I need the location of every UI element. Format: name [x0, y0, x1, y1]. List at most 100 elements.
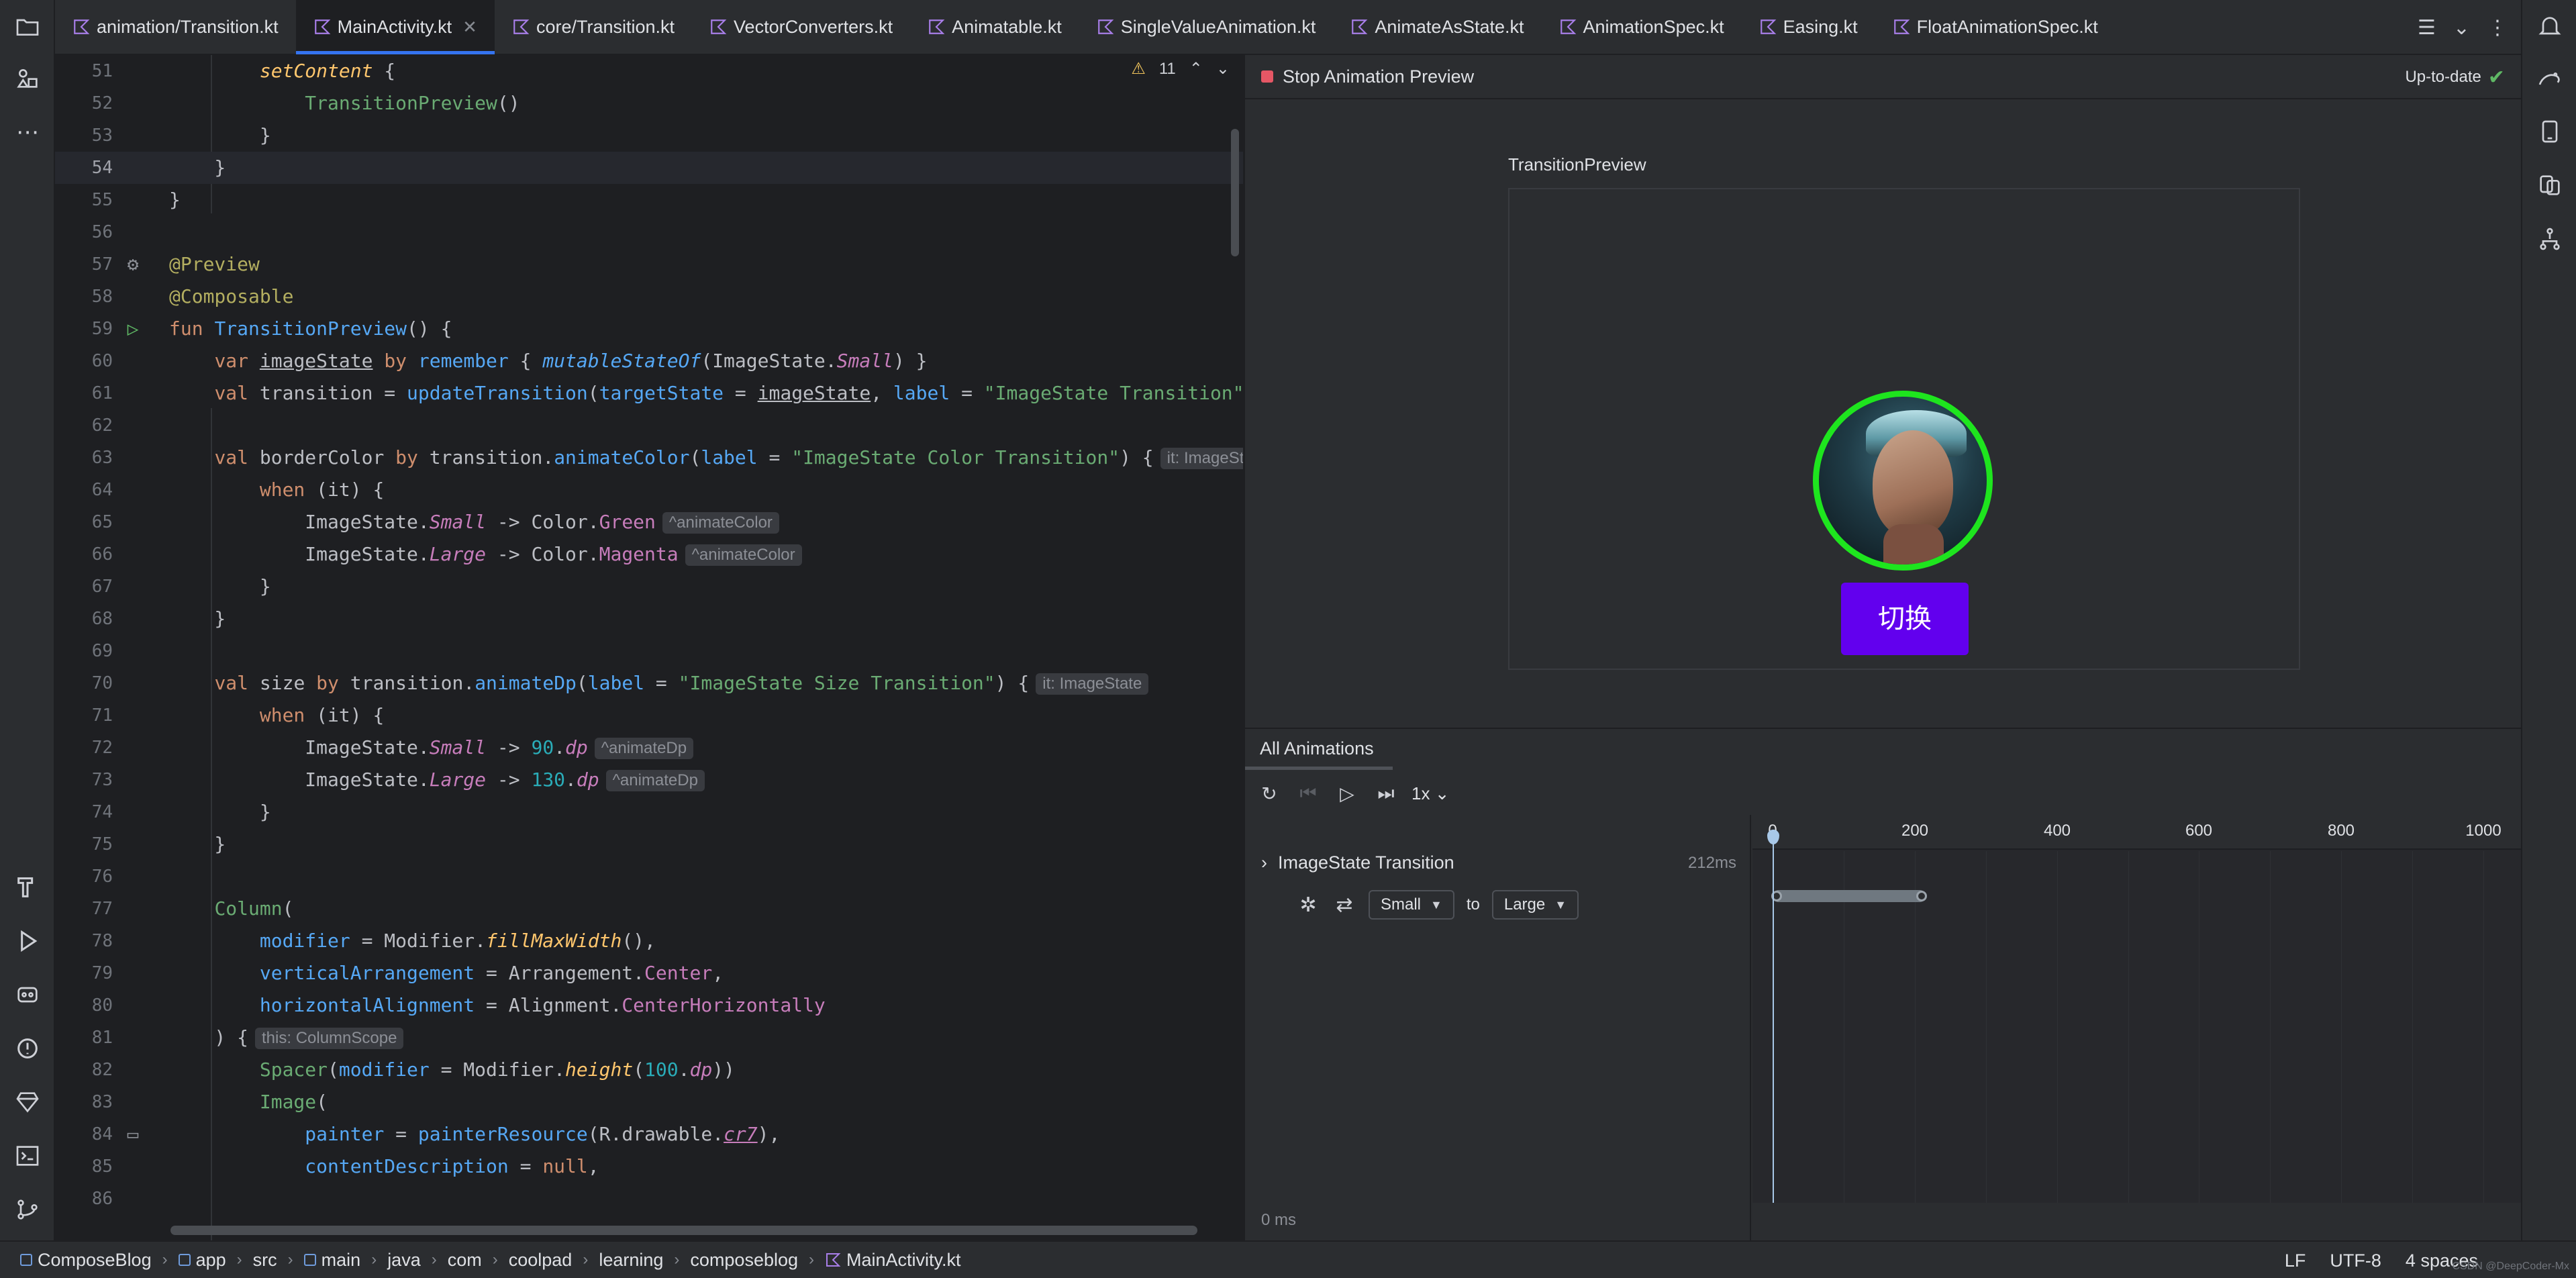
line-number: 80: [91, 995, 113, 1016]
code-line: 76: [55, 861, 1243, 893]
toggle-button[interactable]: 切换: [1841, 583, 1969, 655]
kotlin-file-icon: [513, 19, 530, 34]
tab-single-value-animation[interactable]: SingleValueAnimation.kt: [1079, 0, 1334, 54]
breadcrumb-item[interactable]: coolpad: [509, 1250, 573, 1271]
terminal-icon[interactable]: [13, 1142, 42, 1171]
tab-list-icon[interactable]: ☰: [2418, 16, 2436, 40]
build-icon[interactable]: [13, 874, 42, 902]
run-icon[interactable]: [13, 928, 42, 956]
code-text: Spacer(modifier = Modifier.height(100.dp…: [259, 1059, 735, 1081]
line-number: 79: [91, 963, 113, 983]
tick-label: 600: [2185, 822, 2213, 840]
project-folder-icon[interactable]: [13, 13, 42, 42]
tab-animate-as-state[interactable]: AnimateAsState.kt: [1333, 0, 1541, 54]
grid-line: [2128, 851, 2129, 1203]
bar-end-handle[interactable]: [1916, 891, 1927, 901]
preview-frame[interactable]: 切换: [1508, 188, 2300, 670]
freeze-icon[interactable]: ✲: [1296, 893, 1320, 917]
animation-bar[interactable]: [1771, 890, 1927, 902]
skip-to-start-icon[interactable]: ⏮: [1295, 783, 1322, 805]
chevron-right-icon: ›: [371, 1250, 377, 1269]
grid-line: [2412, 851, 2413, 1203]
hierarchy-icon[interactable]: [2536, 226, 2564, 254]
kotlin-file-icon: [1560, 19, 1576, 34]
run-preview-icon[interactable]: ▷: [121, 317, 145, 341]
close-icon[interactable]: ✕: [462, 17, 477, 38]
vertical-scrollbar[interactable]: [1231, 129, 1239, 256]
image-icon[interactable]: ▭: [121, 1122, 145, 1146]
tab-animation-spec[interactable]: AnimationSpec.kt: [1542, 0, 1742, 54]
breadcrumb-item[interactable]: ComposeBlog: [38, 1250, 152, 1271]
tab-animation-transition[interactable]: animation/Transition.kt: [55, 0, 296, 54]
horizontal-scrollbar[interactable]: [170, 1226, 1197, 1235]
line-number: 81: [91, 1028, 113, 1048]
chevron-right-icon: ›: [287, 1250, 293, 1269]
code-line: 53 }: [55, 119, 1243, 152]
tab-main-activity[interactable]: MainActivity.kt ✕: [295, 0, 495, 54]
module-icon: [303, 1254, 316, 1266]
running-devices-icon[interactable]: [2536, 172, 2564, 200]
tab-easing[interactable]: Easing.kt: [1742, 0, 1875, 54]
code-text: ) {this: ColumnScope: [169, 1022, 404, 1054]
breadcrumb-item[interactable]: com: [448, 1250, 482, 1271]
code-text: when (it) {: [259, 479, 385, 501]
app-inspection-icon[interactable]: [13, 981, 42, 1010]
to-state-dropdown[interactable]: Large ▼: [1491, 890, 1579, 920]
gear-icon[interactable]: ⚙: [121, 252, 145, 277]
animation-row[interactable]: › ImageState Transition: [1261, 852, 1454, 873]
replay-icon[interactable]: ↻: [1256, 783, 1283, 805]
line-number: 78: [91, 931, 113, 951]
gradle-icon[interactable]: [2536, 64, 2564, 93]
line-number: 67: [91, 577, 113, 597]
gem-icon[interactable]: [13, 1089, 42, 1117]
more-tools-icon[interactable]: ⋯: [13, 118, 42, 146]
code-text: val size by transition.animateDp(label =…: [169, 667, 1149, 699]
tab-core-transition[interactable]: core/Transition.kt: [495, 0, 692, 54]
stop-icon[interactable]: [1261, 70, 1273, 83]
code-line: 73 ImageState.Large -> 130.dp ^animateDp: [55, 764, 1243, 796]
more-vertical-icon[interactable]: ⋮: [2487, 16, 2508, 40]
animation-timeline[interactable]: 0 200 400 600 800 1000: [1752, 815, 2521, 1203]
git-icon[interactable]: [13, 1196, 42, 1224]
chevron-right-icon[interactable]: ›: [1261, 852, 1267, 873]
chevron-right-icon: ›: [236, 1250, 242, 1269]
tab-animatable[interactable]: Animatable.kt: [910, 0, 1079, 54]
breadcrumb-item[interactable]: java: [387, 1250, 421, 1271]
tab-all-animations[interactable]: All Animations: [1260, 738, 1374, 766]
preview-canvas: TransitionPreview 切换: [1245, 101, 2521, 728]
breadcrumb-item[interactable]: composeblog: [690, 1250, 798, 1271]
breadcrumb-item[interactable]: app: [196, 1250, 226, 1271]
code-text: }: [169, 156, 226, 179]
breadcrumb-item[interactable]: src: [253, 1250, 277, 1271]
code-line: 61 val transition = updateTransition(tar…: [55, 377, 1243, 409]
line-separator-widget[interactable]: LF: [2285, 1250, 2306, 1271]
resource-manager-icon[interactable]: [13, 64, 42, 93]
chevron-right-icon: ›: [583, 1250, 589, 1269]
breadcrumb-item[interactable]: MainActivity.kt: [846, 1250, 961, 1271]
device-manager-icon[interactable]: [2536, 118, 2564, 146]
code-editor[interactable]: ⚠ 11 ⌃ ⌄ 51 setContent { 52 TransitionPr…: [55, 55, 1243, 1240]
grid-line: [1915, 851, 1916, 1203]
stop-animation-preview-button[interactable]: Stop Animation Preview: [1283, 66, 1474, 87]
code-line: 59 ▷ fun TransitionPreview() {: [55, 313, 1243, 345]
tab-vector-converters[interactable]: VectorConverters.kt: [692, 0, 910, 54]
speed-selector[interactable]: 1x ⌄: [1411, 783, 1449, 804]
tab-label: AnimationSpec.kt: [1583, 16, 1724, 37]
play-icon[interactable]: ▷: [1334, 783, 1360, 805]
status-text: Up-to-date: [2405, 68, 2481, 86]
swap-icon[interactable]: ⇄: [1332, 893, 1356, 917]
problems-icon[interactable]: [13, 1035, 42, 1063]
line-number: 72: [91, 738, 113, 758]
encoding-widget[interactable]: UTF-8: [2330, 1250, 2381, 1271]
speed-value: 1x: [1411, 783, 1430, 803]
code-line-current: 54 }: [55, 152, 1243, 184]
from-state-dropdown[interactable]: Small ▼: [1369, 890, 1454, 920]
breadcrumb-item[interactable]: main: [321, 1250, 361, 1271]
line-number: 52: [91, 93, 113, 113]
chevron-down-icon[interactable]: ⌄: [2453, 16, 2470, 40]
tab-float-animation-spec[interactable]: FloatAnimationSpec.kt: [1875, 0, 2116, 54]
notifications-icon[interactable]: [2536, 13, 2564, 42]
skip-to-end-icon[interactable]: ⏭: [1373, 783, 1399, 805]
animation-list: › ImageState Transition 212ms ✲ ⇄ Small …: [1245, 815, 1751, 1240]
breadcrumb-item[interactable]: learning: [599, 1250, 663, 1271]
